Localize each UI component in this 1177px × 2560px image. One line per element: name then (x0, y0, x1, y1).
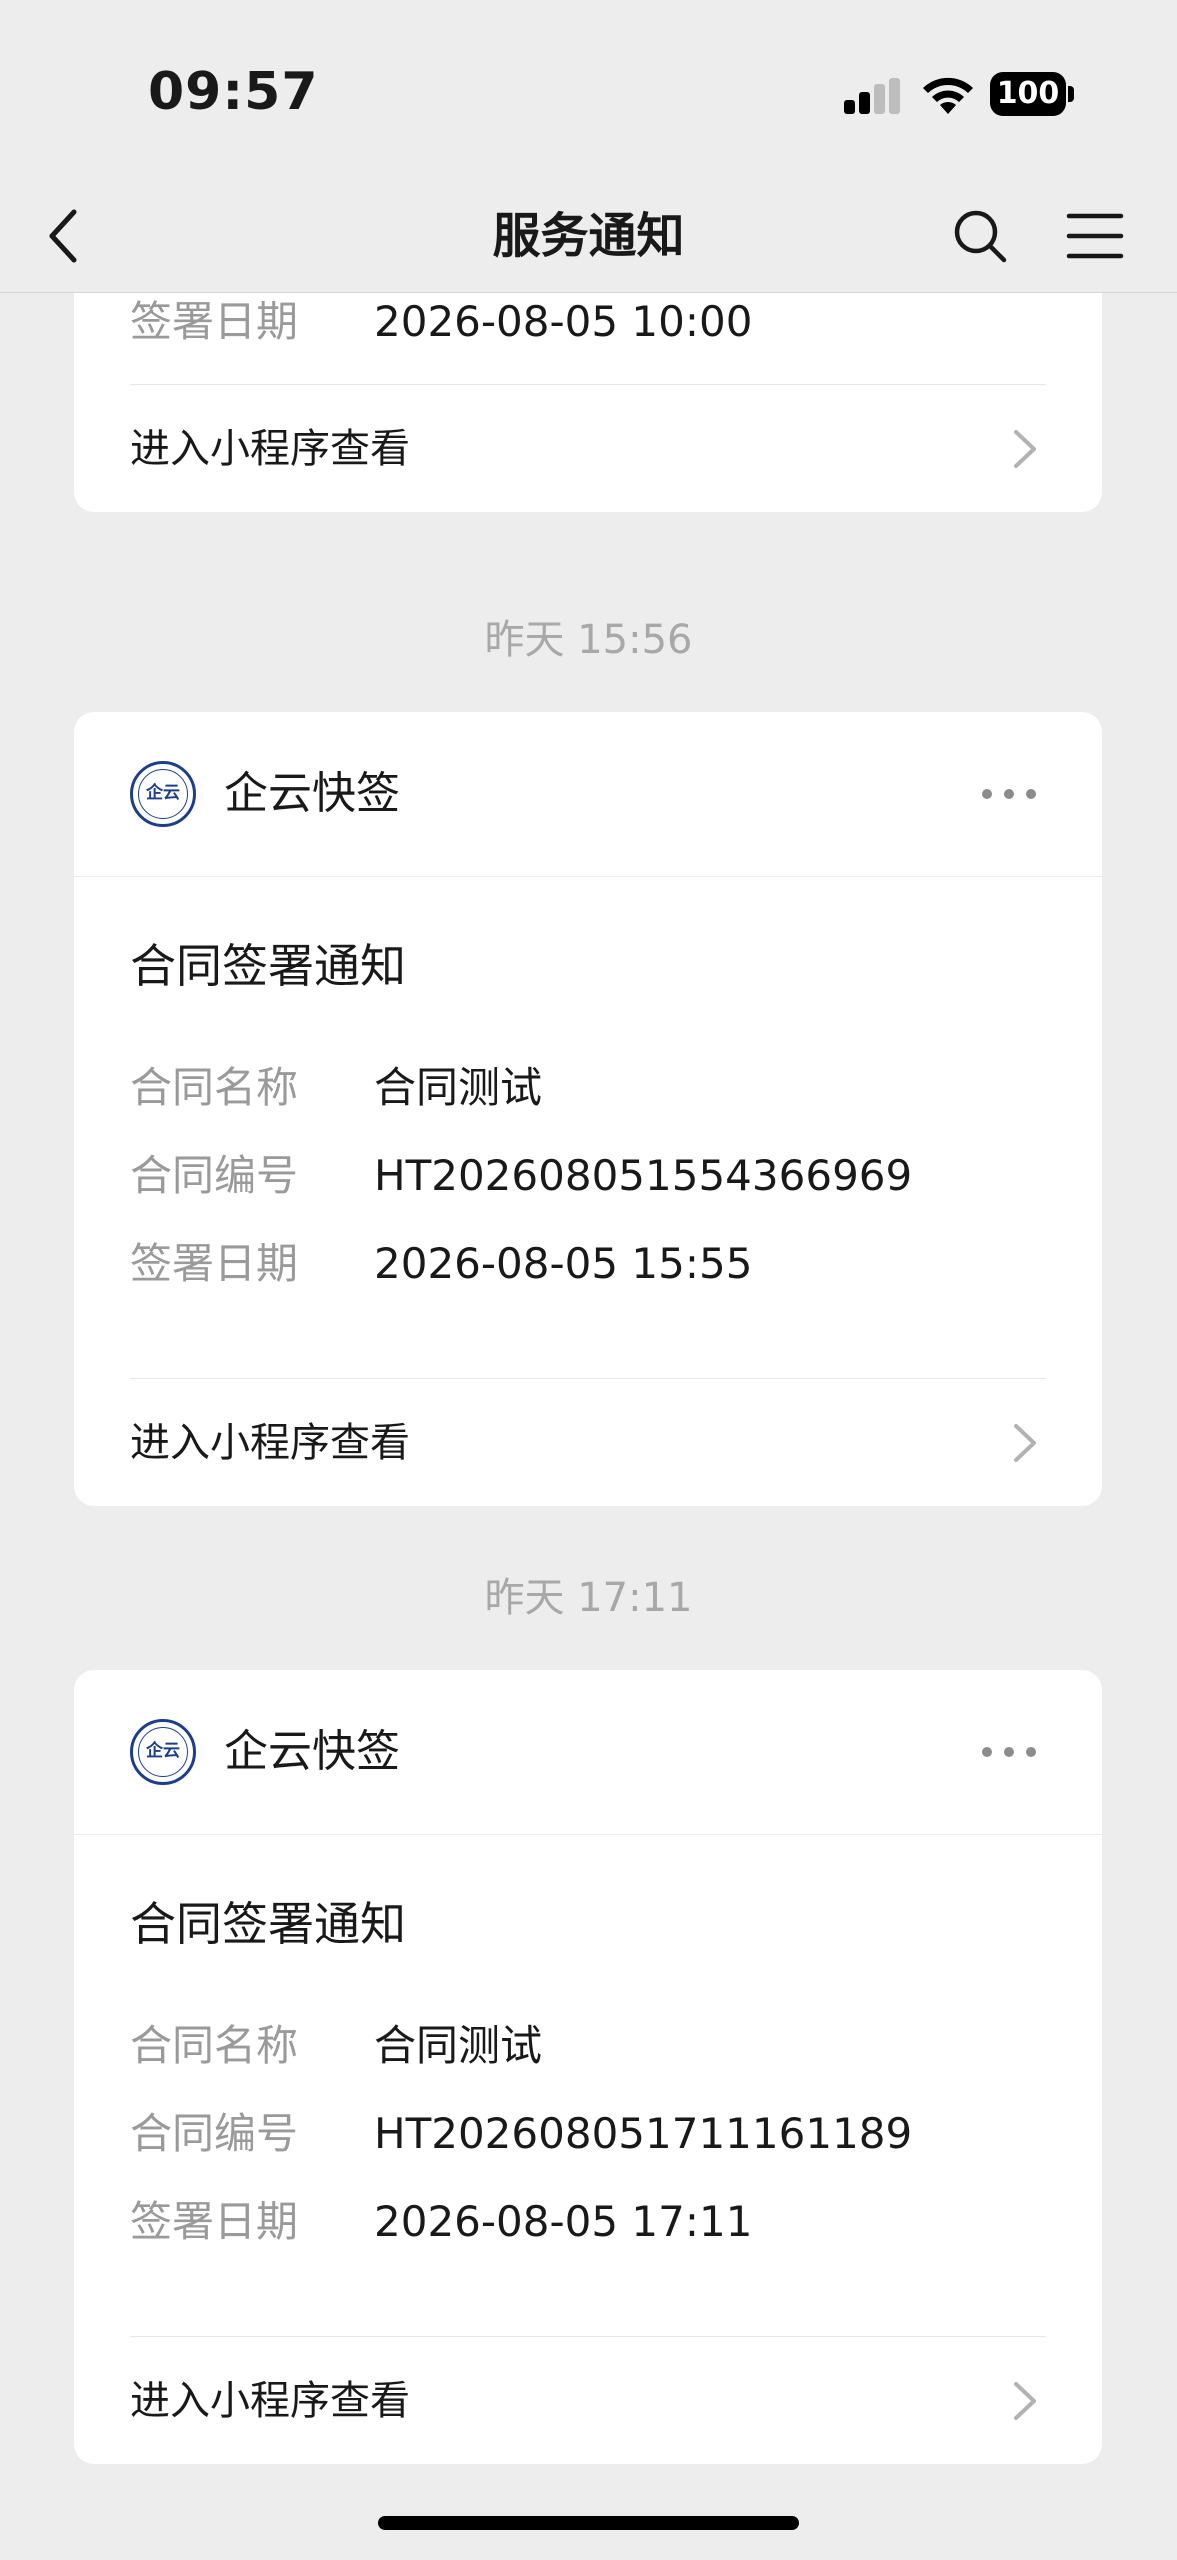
message-card: 企云 企云快签 合同签署通知 合同名称 合同测试 合同编号 HT20260805… (74, 712, 1102, 1506)
search-icon[interactable] (950, 204, 1010, 268)
wifi-icon (923, 77, 973, 114)
message-card: 企云 企云快签 合同签署通知 合同名称 合同测试 合同编号 HT20260805… (74, 1670, 1102, 2464)
card-header[interactable]: 企云 企云快签 (74, 712, 1102, 877)
divider (130, 384, 1046, 385)
divider (130, 1378, 1046, 1379)
field-value: HT202608051711161189 (374, 2109, 913, 2158)
chevron-right-icon (1014, 2382, 1036, 2420)
field-label: 合同名称 (130, 2021, 299, 2070)
divider (130, 2336, 1046, 2337)
sender-name: 企云快签 (224, 1726, 400, 1777)
field-label: 合同编号 (130, 1151, 299, 1200)
field-label: 签署日期 (130, 2197, 299, 2246)
menu-icon[interactable] (1065, 204, 1125, 268)
link-label: 进入小程序查看 (130, 426, 410, 472)
link-label: 进入小程序查看 (130, 1420, 410, 1466)
sender-name: 企云快签 (224, 768, 400, 819)
status-bar: 09:57 100 (0, 0, 1177, 180)
field-label: 签署日期 (130, 1239, 299, 1288)
field-value: 2026-08-05 10:00 (374, 297, 753, 346)
home-indicator[interactable] (378, 2516, 799, 2530)
field-label: 合同名称 (130, 1063, 299, 1112)
open-mini-program-link[interactable]: 进入小程序查看 (74, 386, 1102, 512)
logo-text: 企云 (138, 769, 188, 819)
field-value: 2026-08-05 15:55 (374, 1239, 753, 1288)
logo-text: 企云 (138, 1727, 188, 1777)
message-card-previous: 签署日期 2026-08-05 10:00 进入小程序查看 (74, 292, 1102, 512)
field-value: 合同测试 (374, 1063, 543, 1112)
field-value: 2026-08-05 17:11 (374, 2197, 753, 2246)
sender-logo: 企云 (130, 1719, 196, 1785)
card-title: 合同签署通知 (130, 939, 406, 993)
more-options-icon[interactable] (980, 1738, 1038, 1766)
battery-icon: 100 (990, 72, 1074, 116)
sender-logo: 企云 (130, 761, 196, 827)
message-list[interactable]: 签署日期 2026-08-05 10:00 进入小程序查看 昨天 15:56 企… (0, 292, 1177, 2560)
field-label: 合同编号 (130, 2109, 299, 2158)
nav-bar: 服务通知 (0, 180, 1177, 293)
battery-level: 100 (990, 72, 1066, 116)
field-value: 合同测试 (374, 2021, 543, 2070)
status-time: 09:57 (148, 62, 319, 122)
open-mini-program-link[interactable]: 进入小程序查看 (74, 1380, 1102, 1506)
chevron-right-icon (1014, 1424, 1036, 1462)
cellular-signal-icon (844, 78, 900, 114)
card-title: 合同签署通知 (130, 1897, 406, 1951)
chevron-right-icon (1014, 430, 1036, 468)
more-options-icon[interactable] (980, 780, 1038, 808)
open-mini-program-link[interactable]: 进入小程序查看 (74, 2338, 1102, 2464)
field-value: HT202608051554366969 (374, 1151, 913, 1200)
link-label: 进入小程序查看 (130, 2378, 410, 2424)
field-label: 签署日期 (130, 297, 299, 346)
message-timestamp: 昨天 17:11 (484, 1575, 693, 1621)
message-timestamp: 昨天 15:56 (484, 617, 693, 663)
card-header[interactable]: 企云 企云快签 (74, 1670, 1102, 1835)
